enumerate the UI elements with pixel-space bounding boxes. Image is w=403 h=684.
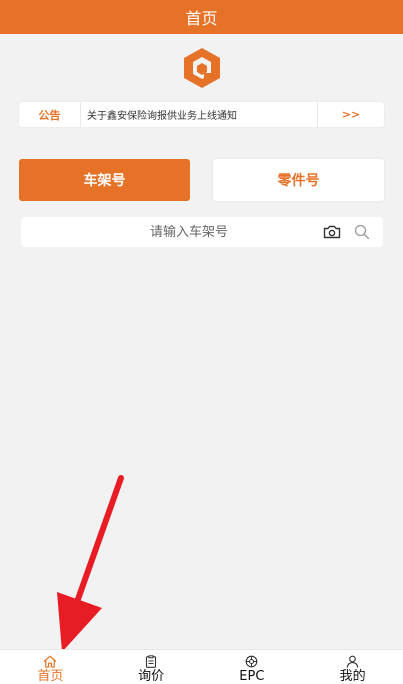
tab-mine[interactable]: 我的 (302, 650, 403, 684)
tab-inquiry[interactable]: 询价 (101, 650, 202, 684)
camera-button[interactable] (317, 217, 347, 247)
announcement-tag: 公告 (19, 102, 81, 127)
clipboard-icon (146, 655, 157, 668)
announcement-bar[interactable]: 公告 关于鑫安保险询报供业务上线通知 >> (19, 102, 384, 127)
camera-icon (323, 225, 341, 239)
search-button[interactable] (347, 217, 377, 247)
tab-inquiry-label: 询价 (138, 669, 165, 684)
tab-home[interactable]: 首页 (0, 650, 101, 684)
page-title: 首页 (185, 9, 218, 28)
announcement-more-button[interactable]: >> (317, 102, 384, 127)
tab-home-label: 首页 (37, 669, 64, 684)
home-icon (43, 655, 57, 668)
search-bar (21, 217, 383, 247)
app-logo (171, 40, 233, 96)
tab-mine-label: 我的 (339, 669, 366, 684)
search-icon (354, 224, 370, 240)
app-header: 首页 (0, 0, 403, 34)
announcement-text[interactable]: 关于鑫安保险询报供业务上线通知 (81, 107, 317, 122)
gear-icon (246, 655, 258, 668)
person-icon (346, 655, 359, 668)
vin-mode-button[interactable]: 车架号 (19, 159, 190, 201)
logo-icon (184, 48, 220, 88)
bottom-tab-bar: 首页 询价 EPC 我的 (0, 649, 403, 684)
tab-epc[interactable]: EPC (202, 650, 303, 684)
vin-search-input[interactable] (21, 217, 317, 247)
part-number-mode-button[interactable]: 零件号 (213, 159, 384, 201)
tab-epc-label: EPC (239, 669, 265, 684)
